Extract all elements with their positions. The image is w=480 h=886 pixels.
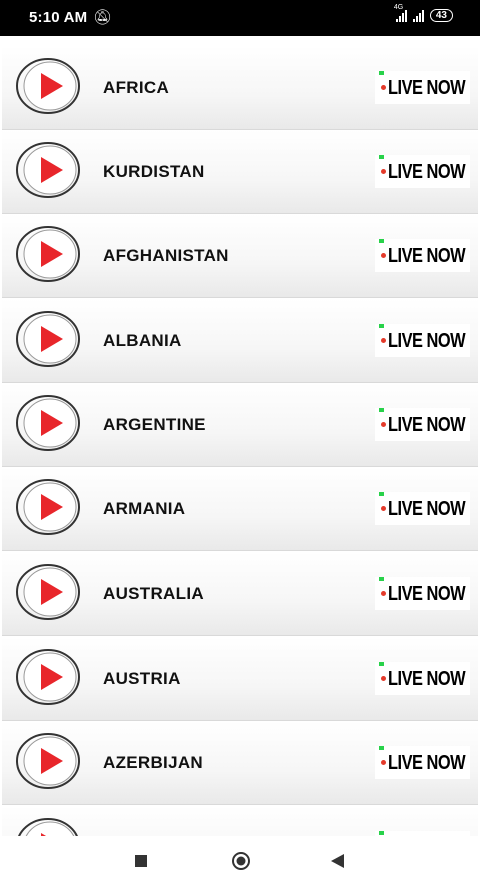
- live-dot-icon: [381, 338, 386, 343]
- list-item-label: AUSTRALIA: [103, 584, 204, 603]
- list-item[interactable]: [2, 806, 478, 836]
- live-now-label: LIVE NOW: [388, 330, 466, 352]
- live-now-badge: LIVE NOW: [375, 662, 470, 695]
- status-bar: 5:10 AM 🔕︎ 4G 43: [0, 0, 480, 36]
- list-item[interactable]: ARGENTINE LIVE NOW: [2, 383, 478, 467]
- list-item-label: ARMANIA: [103, 499, 186, 518]
- live-now-label: LIVE NOW: [388, 161, 466, 183]
- play-icon: [16, 142, 80, 198]
- list-item[interactable]: AZERBIJAN LIVE NOW: [2, 721, 478, 805]
- live-now-badge: LIVE NOW: [375, 746, 470, 779]
- live-indicator: [379, 492, 384, 496]
- list-item[interactable]: ARMANIA LIVE NOW: [2, 467, 478, 551]
- live-indicator: [379, 408, 384, 412]
- play-icon: [16, 226, 80, 282]
- live-dot-icon: [381, 422, 386, 427]
- play-icon: [16, 733, 80, 789]
- live-dot-icon: [381, 169, 386, 174]
- list-item-label: AFRICA: [103, 78, 170, 97]
- live-indicator: [379, 746, 384, 750]
- live-indicator: [379, 662, 384, 666]
- live-indicator: [379, 324, 384, 328]
- signal-4g-icon: 4G: [394, 4, 407, 22]
- live-now-badge: LIVE NOW: [375, 408, 470, 441]
- list-item[interactable]: ALBANIA LIVE NOW: [2, 299, 478, 383]
- live-now-label: LIVE NOW: [388, 498, 466, 520]
- battery-level: 43: [435, 10, 447, 21]
- list-item-label: ARGENTINE: [103, 415, 206, 434]
- live-dot-icon: [381, 760, 386, 765]
- network-label: 4G: [393, 3, 404, 11]
- list-item-label: AZERBIJAN: [103, 753, 203, 772]
- list-item-label: AFGHANISTAN: [103, 246, 229, 265]
- notification-off-icon: 🔕︎: [93, 9, 113, 26]
- live-now-badge: LIVE NOW: [375, 492, 470, 525]
- live-now-badge: LIVE NOW: [375, 239, 470, 272]
- live-now-label: LIVE NOW: [388, 245, 466, 267]
- play-icon: [16, 395, 80, 451]
- recent-apps-icon[interactable]: [129, 851, 153, 871]
- top-gap: [0, 36, 480, 46]
- list-item[interactable]: AFRICA LIVE NOW: [2, 46, 478, 130]
- live-now-badge: LIVE NOW: [375, 577, 470, 610]
- live-now-label: LIVE NOW: [388, 583, 466, 605]
- play-icon: [16, 564, 80, 620]
- live-dot-icon: [381, 506, 386, 511]
- live-indicator: [379, 71, 384, 75]
- live-now-label: LIVE NOW: [388, 752, 466, 774]
- live-indicator: [379, 239, 384, 243]
- play-icon: [16, 58, 80, 114]
- live-now-label: LIVE NOW: [388, 77, 466, 99]
- list-item-label: ALBANIA: [103, 331, 182, 350]
- live-dot-icon: [381, 253, 386, 258]
- list-item-label: AUSTRIA: [103, 669, 181, 688]
- play-icon: [16, 818, 80, 836]
- play-icon: [16, 649, 80, 705]
- live-indicator: [379, 155, 384, 159]
- live-dot-icon: [381, 591, 386, 596]
- play-icon: [16, 311, 80, 367]
- live-now-label: LIVE NOW: [388, 668, 466, 690]
- list-item[interactable]: AFGHANISTAN LIVE NOW: [2, 214, 478, 298]
- live-now-badge: LIVE NOW: [375, 324, 470, 357]
- live-indicator: [379, 577, 384, 581]
- live-now-badge: LIVE NOW: [375, 71, 470, 104]
- channel-list[interactable]: AFRICA LIVE NOW KURDISTAN LIVE NOW AFGHA…: [0, 46, 480, 836]
- list-item[interactable]: KURDISTAN LIVE NOW: [2, 130, 478, 214]
- signal-icon: [412, 9, 424, 22]
- battery-icon: 43: [429, 9, 453, 22]
- play-icon: [16, 479, 80, 535]
- live-dot-icon: [381, 85, 386, 90]
- navigation-bar: [0, 836, 480, 886]
- list-item-label: KURDISTAN: [103, 162, 205, 181]
- back-icon[interactable]: [326, 851, 350, 871]
- home-icon[interactable]: [229, 851, 253, 871]
- list-item[interactable]: AUSTRIA LIVE NOW: [2, 637, 478, 721]
- status-time: 5:10 AM: [29, 9, 88, 26]
- live-dot-icon: [381, 676, 386, 681]
- live-indicator: [379, 831, 384, 835]
- live-now-badge: LIVE NOW: [375, 155, 470, 188]
- list-item[interactable]: AUSTRALIA LIVE NOW: [2, 552, 478, 636]
- live-now-label: LIVE NOW: [388, 414, 466, 436]
- status-icons: 4G 43: [394, 4, 453, 22]
